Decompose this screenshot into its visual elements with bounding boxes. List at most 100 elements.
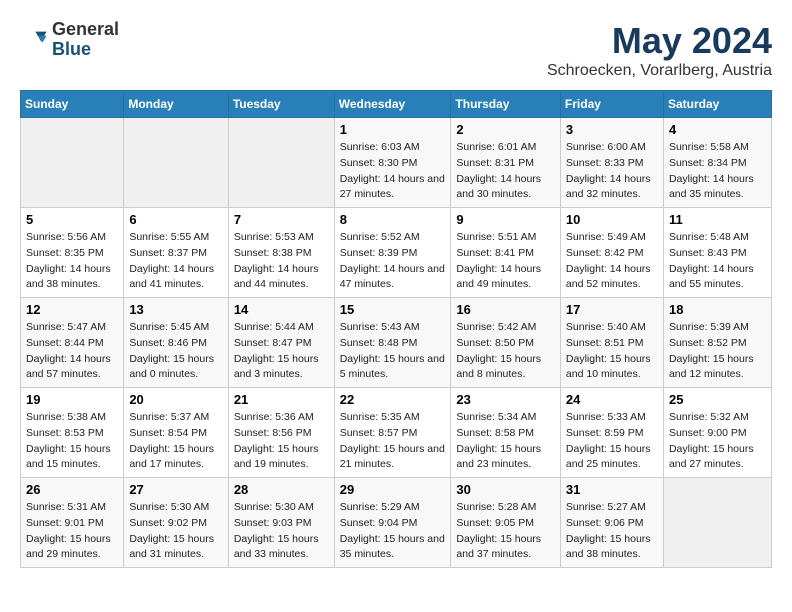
day-info: Sunrise: 5:47 AMSunset: 8:44 PMDaylight:…	[26, 320, 118, 383]
day-info: Sunrise: 5:49 AMSunset: 8:42 PMDaylight:…	[566, 230, 658, 293]
page-header: General Blue May 2024 Schroecken, Vorarl…	[20, 20, 772, 80]
day-number: 21	[234, 392, 329, 407]
day-info: Sunrise: 5:53 AMSunset: 8:38 PMDaylight:…	[234, 230, 329, 293]
calendar-cell: 3Sunrise: 6:00 AMSunset: 8:33 PMDaylight…	[560, 118, 663, 208]
header-sunday: Sunday	[21, 91, 124, 118]
calendar-cell: 9 Sunrise: 5:51 AMSunset: 8:41 PMDaylight…	[451, 208, 561, 298]
day-number: 24	[566, 392, 658, 407]
week-row-2: 12 Sunrise: 5:47 AMSunset: 8:44 PMDayligh…	[21, 298, 772, 388]
calendar-cell: 8Sunrise: 5:52 AMSunset: 8:39 PMDaylight…	[334, 208, 451, 298]
day-number: 7	[234, 212, 329, 227]
day-info: Sunrise: 5:30 AMSunset: 9:03 PMDaylight:…	[234, 500, 329, 563]
day-info: Sunrise: 6:03 AMSunset: 8:30 PMDaylight:…	[340, 140, 446, 203]
day-number: 4	[669, 122, 766, 137]
calendar-cell: 11Sunrise: 5:48 AMSunset: 8:43 PMDayligh…	[663, 208, 771, 298]
day-number: 10	[566, 212, 658, 227]
day-info: Sunrise: 5:45 AMSunset: 8:46 PMDaylight:…	[129, 320, 222, 383]
day-info: Sunrise: 5:44 AMSunset: 8:47 PMDaylight:…	[234, 320, 329, 383]
day-number: 15	[340, 302, 446, 317]
day-number: 6	[129, 212, 222, 227]
calendar-cell	[228, 118, 334, 208]
header-friday: Friday	[560, 91, 663, 118]
logo-icon	[20, 26, 48, 54]
calendar-cell: 7 Sunrise: 5:53 AMSunset: 8:38 PMDaylight…	[228, 208, 334, 298]
day-info: Sunrise: 6:01 AMSunset: 8:31 PMDaylight:…	[456, 140, 555, 203]
calendar-cell: 21 Sunrise: 5:36 AMSunset: 8:56 PMDayligh…	[228, 388, 334, 478]
calendar-cell: 30 Sunrise: 5:28 AMSunset: 9:05 PMDayligh…	[451, 478, 561, 568]
calendar-cell: 6Sunrise: 5:55 AMSunset: 8:37 PMDaylight…	[124, 208, 228, 298]
calendar-cell: 25Sunrise: 5:32 AMSunset: 9:00 PMDayligh…	[663, 388, 771, 478]
calendar-cell: 13 Sunrise: 5:45 AMSunset: 8:46 PMDayligh…	[124, 298, 228, 388]
logo-general: General	[52, 20, 119, 40]
calendar-cell: 16Sunrise: 5:42 AMSunset: 8:50 PMDayligh…	[451, 298, 561, 388]
day-number: 12	[26, 302, 118, 317]
day-info: Sunrise: 5:51 AMSunset: 8:41 PMDaylight:…	[456, 230, 555, 293]
day-info: Sunrise: 5:34 AMSunset: 8:58 PMDaylight:…	[456, 410, 555, 473]
day-info: Sunrise: 5:27 AMSunset: 9:06 PMDaylight:…	[566, 500, 658, 563]
day-info: Sunrise: 5:28 AMSunset: 9:05 PMDaylight:…	[456, 500, 555, 563]
day-number: 18	[669, 302, 766, 317]
calendar-cell: 27 Sunrise: 5:30 AMSunset: 9:02 PMDayligh…	[124, 478, 228, 568]
calendar-cell: 24Sunrise: 5:33 AMSunset: 8:59 PMDayligh…	[560, 388, 663, 478]
day-number: 29	[340, 482, 446, 497]
calendar-cell: 5 Sunrise: 5:56 AMSunset: 8:35 PMDaylight…	[21, 208, 124, 298]
day-number: 30	[456, 482, 555, 497]
day-number: 22	[340, 392, 446, 407]
calendar-cell: 14 Sunrise: 5:44 AMSunset: 8:47 PMDayligh…	[228, 298, 334, 388]
calendar-cell: 4 Sunrise: 5:58 AMSunset: 8:34 PMDaylight…	[663, 118, 771, 208]
day-number: 20	[129, 392, 222, 407]
header-saturday: Saturday	[663, 91, 771, 118]
logo-blue: Blue	[52, 40, 119, 60]
day-info: Sunrise: 5:43 AMSunset: 8:48 PMDaylight:…	[340, 320, 446, 383]
day-info: Sunrise: 5:37 AMSunset: 8:54 PMDaylight:…	[129, 410, 222, 473]
day-info: Sunrise: 5:29 AMSunset: 9:04 PMDaylight:…	[340, 500, 446, 563]
day-info: Sunrise: 5:36 AMSunset: 8:56 PMDaylight:…	[234, 410, 329, 473]
header-row: SundayMondayTuesdayWednesdayThursdayFrid…	[21, 91, 772, 118]
day-info: Sunrise: 5:40 AMSunset: 8:51 PMDaylight:…	[566, 320, 658, 383]
day-info: Sunrise: 5:32 AMSunset: 9:00 PMDaylight:…	[669, 410, 766, 473]
calendar-cell	[124, 118, 228, 208]
subtitle: Schroecken, Vorarlberg, Austria	[547, 62, 772, 80]
calendar-table: SundayMondayTuesdayWednesdayThursdayFrid…	[20, 90, 772, 568]
logo: General Blue	[20, 20, 119, 60]
day-info: Sunrise: 5:38 AMSunset: 8:53 PMDaylight:…	[26, 410, 118, 473]
calendar-cell: 15 Sunrise: 5:43 AMSunset: 8:48 PMDayligh…	[334, 298, 451, 388]
day-number: 23	[456, 392, 555, 407]
logo-text: General Blue	[52, 20, 119, 60]
calendar-cell: 20 Sunrise: 5:37 AMSunset: 8:54 PMDayligh…	[124, 388, 228, 478]
calendar-cell: 29 Sunrise: 5:29 AMSunset: 9:04 PMDayligh…	[334, 478, 451, 568]
day-number: 5	[26, 212, 118, 227]
day-number: 9	[456, 212, 555, 227]
day-info: Sunrise: 6:00 AMSunset: 8:33 PMDaylight:…	[566, 140, 658, 203]
day-info: Sunrise: 5:31 AMSunset: 9:01 PMDaylight:…	[26, 500, 118, 563]
day-number: 14	[234, 302, 329, 317]
header-wednesday: Wednesday	[334, 91, 451, 118]
day-number: 19	[26, 392, 118, 407]
day-number: 27	[129, 482, 222, 497]
day-info: Sunrise: 5:42 AMSunset: 8:50 PMDaylight:…	[456, 320, 555, 383]
week-row-1: 5 Sunrise: 5:56 AMSunset: 8:35 PMDaylight…	[21, 208, 772, 298]
day-info: Sunrise: 5:35 AMSunset: 8:57 PMDaylight:…	[340, 410, 446, 473]
week-row-3: 19 Sunrise: 5:38 AMSunset: 8:53 PMDayligh…	[21, 388, 772, 478]
day-info: Sunrise: 5:30 AMSunset: 9:02 PMDaylight:…	[129, 500, 222, 563]
calendar-cell: 22 Sunrise: 5:35 AMSunset: 8:57 PMDayligh…	[334, 388, 451, 478]
calendar-cell: 2 Sunrise: 6:01 AMSunset: 8:31 PMDaylight…	[451, 118, 561, 208]
day-number: 8	[340, 212, 446, 227]
day-info: Sunrise: 5:58 AMSunset: 8:34 PMDaylight:…	[669, 140, 766, 203]
day-number: 2	[456, 122, 555, 137]
calendar-cell: 1Sunrise: 6:03 AMSunset: 8:30 PMDaylight…	[334, 118, 451, 208]
calendar-cell: 23 Sunrise: 5:34 AMSunset: 8:58 PMDayligh…	[451, 388, 561, 478]
day-number: 11	[669, 212, 766, 227]
calendar-cell: 10 Sunrise: 5:49 AMSunset: 8:42 PMDayligh…	[560, 208, 663, 298]
header-monday: Monday	[124, 91, 228, 118]
calendar-cell: 19 Sunrise: 5:38 AMSunset: 8:53 PMDayligh…	[21, 388, 124, 478]
calendar-cell: 12 Sunrise: 5:47 AMSunset: 8:44 PMDayligh…	[21, 298, 124, 388]
day-number: 31	[566, 482, 658, 497]
day-number: 13	[129, 302, 222, 317]
day-info: Sunrise: 5:56 AMSunset: 8:35 PMDaylight:…	[26, 230, 118, 293]
day-number: 26	[26, 482, 118, 497]
day-number: 28	[234, 482, 329, 497]
calendar-cell	[21, 118, 124, 208]
calendar-cell	[663, 478, 771, 568]
calendar-cell: 26 Sunrise: 5:31 AMSunset: 9:01 PMDayligh…	[21, 478, 124, 568]
